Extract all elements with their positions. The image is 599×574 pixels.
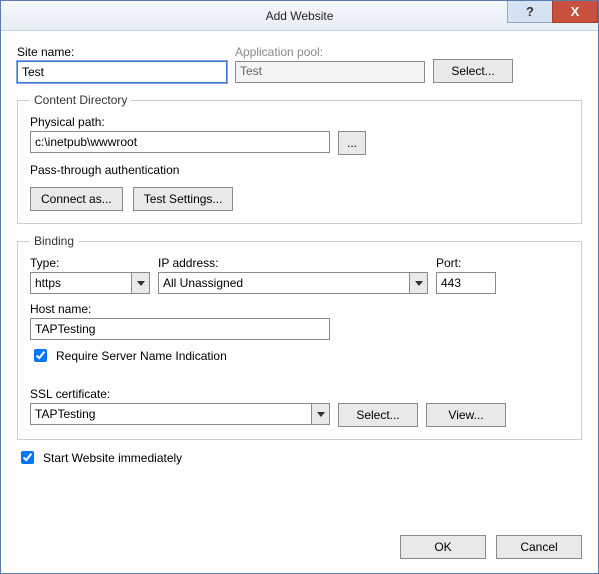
host-label: Host name:: [30, 302, 569, 316]
add-website-dialog: Add Website ? X Site name: Application p…: [0, 0, 599, 574]
binding-legend: Binding: [30, 234, 78, 248]
dialog-title: Add Website: [266, 9, 334, 23]
ssl-view-button[interactable]: View...: [426, 403, 506, 427]
browse-path-button[interactable]: ...: [338, 131, 366, 155]
ok-button[interactable]: OK: [400, 535, 486, 559]
dialog-footer: OK Cancel: [1, 525, 598, 573]
host-name-input[interactable]: [30, 318, 330, 340]
physical-path-input[interactable]: [30, 131, 330, 153]
app-pool-select-button[interactable]: Select...: [433, 59, 513, 83]
test-settings-button[interactable]: Test Settings...: [133, 187, 234, 211]
chevron-down-icon: [311, 404, 329, 424]
app-pool-label: Application pool:: [235, 45, 425, 59]
type-combo[interactable]: https: [30, 272, 150, 294]
cancel-button[interactable]: Cancel: [496, 535, 582, 559]
passthrough-label: Pass-through authentication: [30, 163, 569, 177]
binding-group: Binding Type: https IP address: All Unas…: [17, 234, 582, 440]
ssl-cert-combo[interactable]: TAPTesting: [30, 403, 330, 425]
titlebar: Add Website ? X: [1, 1, 598, 31]
ssl-label: SSL certificate:: [30, 387, 569, 401]
start-immediately-checkbox[interactable]: Start Website immediately: [17, 448, 582, 467]
require-sni-checkbox[interactable]: Require Server Name Indication: [30, 346, 569, 365]
site-name-label: Site name:: [17, 45, 227, 59]
start-immediately-input[interactable]: [21, 451, 34, 464]
ssl-select-button[interactable]: Select...: [338, 403, 418, 427]
site-name-input[interactable]: [17, 61, 227, 83]
require-sni-label: Require Server Name Indication: [56, 349, 227, 363]
start-immediately-label: Start Website immediately: [43, 451, 182, 465]
chevron-down-icon: [409, 273, 427, 293]
require-sni-input[interactable]: [34, 349, 47, 362]
content-directory-group: Content Directory Physical path: ... Pas…: [17, 93, 582, 224]
ip-combo[interactable]: All Unassigned: [158, 272, 428, 294]
chevron-down-icon: [131, 273, 149, 293]
physical-path-label: Physical path:: [30, 115, 105, 129]
type-label: Type:: [30, 256, 150, 270]
help-button[interactable]: ?: [507, 1, 553, 23]
port-input[interactable]: [436, 272, 496, 294]
close-button[interactable]: X: [552, 1, 598, 23]
connect-as-button[interactable]: Connect as...: [30, 187, 123, 211]
ip-label: IP address:: [158, 256, 428, 270]
content-directory-legend: Content Directory: [30, 93, 131, 107]
app-pool-value: Test: [235, 61, 425, 83]
port-label: Port:: [436, 256, 496, 270]
